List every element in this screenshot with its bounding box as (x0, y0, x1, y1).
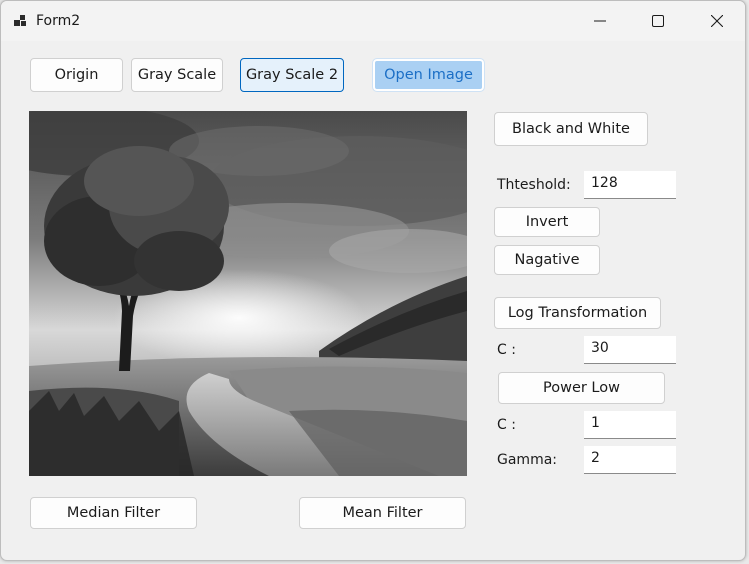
mean-filter-button[interactable]: Mean Filter (299, 497, 466, 529)
log-transformation-button[interactable]: Log Transformation (494, 297, 661, 329)
threshold-label: Thteshold: (497, 177, 571, 193)
invert-button[interactable]: Invert (494, 207, 600, 237)
black-and-white-button[interactable]: Black and White (494, 112, 648, 146)
title-bar[interactable]: Form2 (1, 1, 745, 41)
maximize-button[interactable] (630, 1, 686, 41)
landscape-image (29, 111, 467, 476)
median-filter-button[interactable]: Median Filter (30, 497, 197, 529)
window-title: Form2 (36, 13, 81, 29)
gray-scale-button[interactable]: Gray Scale (131, 58, 223, 92)
power-c-label: C : (497, 417, 516, 433)
log-c-label: C : (497, 342, 516, 358)
minimize-button[interactable] (572, 1, 628, 41)
threshold-input[interactable]: 128 (584, 171, 676, 199)
power-low-button[interactable]: Power Low (498, 372, 665, 404)
close-icon (711, 15, 723, 27)
negative-button[interactable]: Nagative (494, 245, 600, 275)
close-button[interactable] (689, 1, 745, 41)
gray-scale-2-button[interactable]: Gray Scale 2 (240, 58, 344, 92)
open-image-button[interactable]: Open Image (372, 58, 485, 92)
gamma-label: Gamma: (497, 452, 557, 468)
form2-window: Form2 Origin Gray Scale Gray Scale 2 Ope… (0, 0, 746, 561)
gamma-input[interactable]: 2 (584, 446, 676, 474)
log-c-input[interactable]: 30 (584, 336, 676, 364)
origin-button[interactable]: Origin (30, 58, 123, 92)
app-icon (14, 15, 26, 26)
power-c-input[interactable]: 1 (584, 411, 676, 439)
maximize-icon (652, 15, 664, 27)
minimize-icon (594, 20, 606, 22)
picture-box (29, 111, 467, 476)
